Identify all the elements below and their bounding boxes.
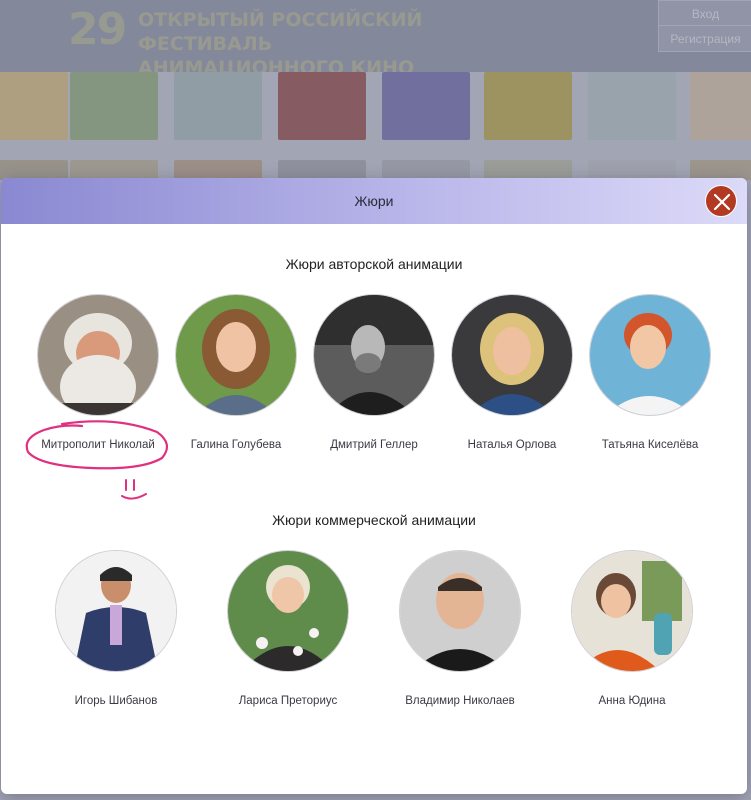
modal-title: Жюри	[354, 193, 394, 209]
jury-member[interactable]: Владимир Николаев	[385, 550, 535, 707]
jury-member-name: Анна Юдина	[598, 695, 666, 707]
close-button[interactable]	[705, 185, 737, 217]
jury-member[interactable]: Игорь Шибанов	[41, 550, 191, 707]
jury-member-name: Галина Голубева	[190, 439, 282, 451]
avatar	[399, 550, 521, 672]
avatar	[55, 550, 177, 672]
avatar	[313, 294, 435, 416]
section-title-author: Жюри авторской анимации	[285, 256, 463, 272]
avatar	[451, 294, 573, 416]
jury-member[interactable]: Дмитрий Геллер	[299, 294, 449, 451]
avatar	[571, 550, 693, 672]
avatar	[589, 294, 711, 416]
avatar	[175, 294, 297, 416]
close-icon	[713, 193, 731, 211]
jury-member-name: Татьяна Киселёва	[601, 439, 699, 451]
jury-member-name: Владимир Николаев	[405, 695, 515, 707]
jury-member-name: Митрополит Николай	[41, 439, 155, 451]
jury-member-name: Игорь Шибанов	[74, 695, 158, 707]
jury-modal: Жюри Жюри авторской анимации Митрополит …	[1, 178, 747, 794]
jury-member-name: Дмитрий Геллер	[330, 439, 418, 451]
jury-member-name: Наталья Орлова	[467, 439, 557, 451]
jury-member[interactable]: Митрополит Николай	[23, 294, 173, 451]
jury-member-name: Лариса Преториус	[238, 695, 338, 707]
jury-member[interactable]: Галина Голубева	[161, 294, 311, 451]
section-title-commercial: Жюри коммерческой анимации	[272, 512, 476, 528]
jury-member[interactable]: Наталья Орлова	[437, 294, 587, 451]
jury-member[interactable]: Анна Юдина	[557, 550, 707, 707]
jury-member[interactable]: Лариса Преториус	[213, 550, 363, 707]
modal-header: Жюри	[1, 178, 747, 224]
avatar	[37, 294, 159, 416]
avatar	[227, 550, 349, 672]
jury-member[interactable]: Татьяна Киселёва	[575, 294, 725, 451]
